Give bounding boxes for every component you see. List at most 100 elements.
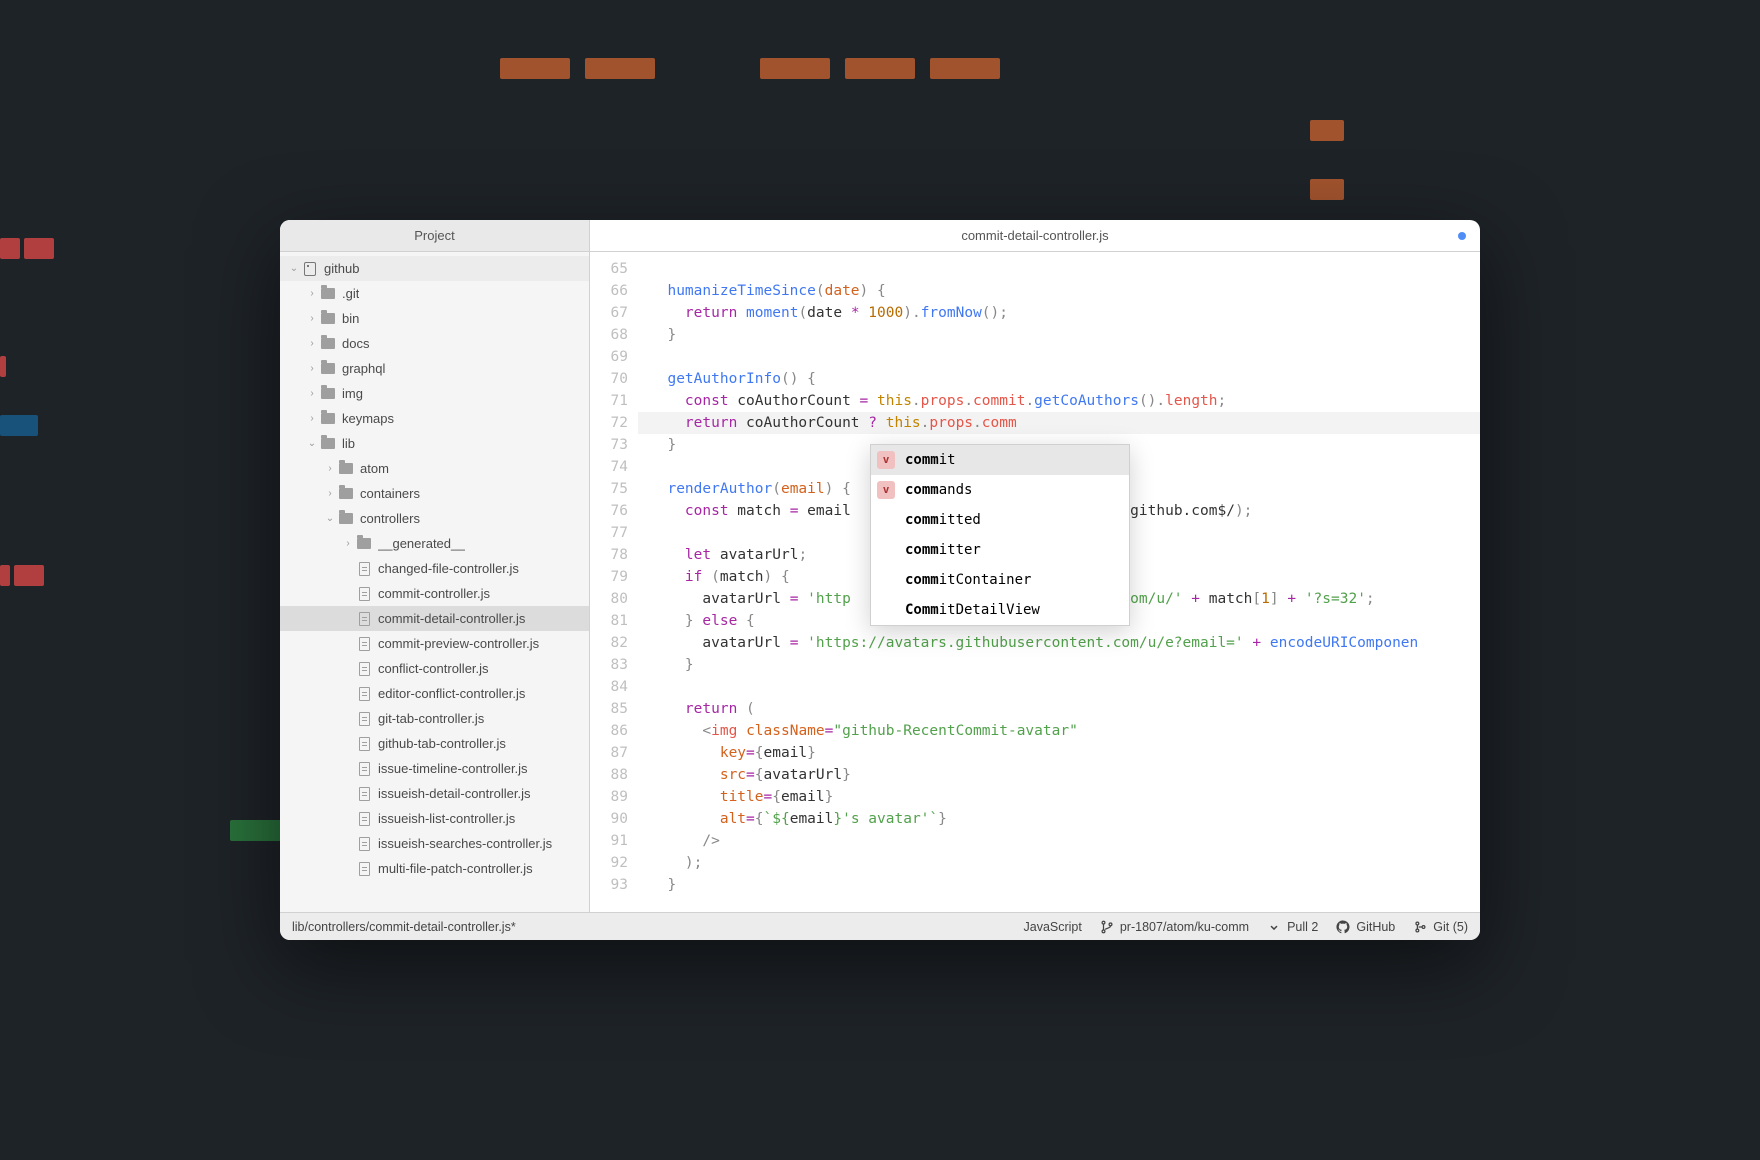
file-icon [356,761,372,777]
folder-icon [320,336,336,352]
autocomplete-popup[interactable]: vcommitvcommands committed committer commit… [870,444,1130,626]
file-icon [356,736,372,752]
sidebar-title: Project [280,220,589,252]
folder-icon [320,386,336,402]
chevron-right-icon: › [306,363,318,374]
tree-file[interactable]: issueish-detail-controller.js [280,781,589,806]
tree-item-label: editor-conflict-controller.js [378,686,525,701]
status-path[interactable]: lib/controllers/commit-detail-controller… [292,920,516,934]
autocomplete-item[interactable]: committed [871,505,1129,535]
tree-item-label: issueish-detail-controller.js [378,786,530,801]
file-icon [356,836,372,852]
autocomplete-label: commitContainer [905,569,1031,591]
autocomplete-item[interactable]: commitContainer [871,565,1129,595]
file-icon [356,711,372,727]
autocomplete-label: committed [905,509,981,531]
tree-file[interactable]: issue-timeline-controller.js [280,756,589,781]
tree-item-label: lib [342,436,355,451]
status-pull[interactable]: Pull 2 [1267,920,1318,934]
tree-file[interactable]: multi-file-patch-controller.js [280,856,589,881]
file-tree[interactable]: ⌄ github ›.git›bin›docs›graphql›img›keym… [280,252,589,912]
tree-item-label: graphql [342,361,385,376]
folder-icon [356,536,372,552]
tree-file[interactable]: changed-file-controller.js [280,556,589,581]
code-editor[interactable]: 6566676869707172737475767778798081828384… [590,252,1480,912]
tree-item-label: atom [360,461,389,476]
tree-item-label: __generated__ [378,536,465,551]
file-icon [356,686,372,702]
status-github[interactable]: GitHub [1336,920,1395,934]
tree-item-label: commit-controller.js [378,586,490,601]
tree-folder[interactable]: › graphql [280,356,589,381]
tree-folder[interactable]: › bin [280,306,589,331]
tree-folder[interactable]: › atom [280,456,589,481]
download-icon [1267,920,1281,934]
tree-file[interactable]: issueish-list-controller.js [280,806,589,831]
autocomplete-label: committer [905,539,981,561]
tree-file[interactable]: editor-conflict-controller.js [280,681,589,706]
tree-folder[interactable]: ⌄ lib [280,431,589,456]
chevron-right-icon: › [324,463,336,474]
file-icon [356,586,372,602]
tree-root[interactable]: ⌄ github [280,256,589,281]
file-icon [356,811,372,827]
autocomplete-item[interactable]: vcommit [871,445,1129,475]
tree-file[interactable]: conflict-controller.js [280,656,589,681]
tree-folder[interactable]: › keymaps [280,406,589,431]
file-icon [356,561,372,577]
status-bar: lib/controllers/commit-detail-controller… [280,912,1480,940]
project-sidebar: Project ⌄ github ›.git›bin›docs›graphql›… [280,220,590,912]
tree-folder[interactable]: ›.git [280,281,589,306]
tree-file[interactable]: commit-controller.js [280,581,589,606]
folder-icon [320,361,336,377]
tree-folder[interactable]: ⌄controllers [280,506,589,531]
folder-icon [320,311,336,327]
editor-tab[interactable]: commit-detail-controller.js [590,220,1480,252]
folder-icon [320,411,336,427]
autocomplete-item[interactable]: committer [871,535,1129,565]
tree-item-label: .git [342,286,359,301]
chevron-right-icon: › [306,388,318,399]
tree-folder[interactable]: ›__generated__ [280,531,589,556]
git-icon [1413,920,1427,934]
tree-file[interactable]: git-tab-controller.js [280,706,589,731]
tree-file[interactable]: issueish-searches-controller.js [280,831,589,856]
chevron-right-icon: › [306,413,318,424]
tree-item-label: commit-preview-controller.js [378,636,539,651]
tree-item-label: containers [360,486,420,501]
tab-title: commit-detail-controller.js [961,228,1108,243]
autocomplete-kind-icon [877,571,895,589]
autocomplete-kind-icon [877,511,895,529]
tree-item-label: commit-detail-controller.js [378,611,525,626]
tree-item-label: controllers [360,511,420,526]
status-git[interactable]: Git (5) [1413,920,1468,934]
tree-item-label: github-tab-controller.js [378,736,506,751]
file-icon [356,861,372,877]
tree-folder[interactable]: ›containers [280,481,589,506]
editor-pane: commit-detail-controller.js 656667686970… [590,220,1480,912]
tree-file[interactable]: commit-detail-controller.js [280,606,589,631]
file-icon [356,636,372,652]
tree-item-label: keymaps [342,411,394,426]
tree-root-label: github [324,261,359,276]
folder-icon [320,436,336,452]
autocomplete-item[interactable]: CommitDetailView [871,595,1129,625]
app-window: Project ⌄ github ›.git›bin›docs›graphql›… [280,220,1480,940]
tree-item-label: multi-file-patch-controller.js [378,861,533,876]
file-icon [356,661,372,677]
tree-folder[interactable]: ›docs [280,331,589,356]
tree-folder[interactable]: ›img [280,381,589,406]
chevron-down-icon: ⌄ [306,438,318,449]
tree-file[interactable]: commit-preview-controller.js [280,631,589,656]
autocomplete-item[interactable]: vcommands [871,475,1129,505]
autocomplete-label: CommitDetailView [905,599,1040,621]
chevron-right-icon: › [306,313,318,324]
dirty-indicator-icon [1458,232,1466,240]
tree-item-label: issueish-list-controller.js [378,811,515,826]
status-language[interactable]: JavaScript [1024,920,1082,934]
tree-file[interactable]: github-tab-controller.js [280,731,589,756]
status-branch[interactable]: pr-1807/atom/ku-comm [1100,920,1249,934]
git-branch-icon [1100,920,1114,934]
tree-item-label: bin [342,311,359,326]
tree-item-label: git-tab-controller.js [378,711,484,726]
